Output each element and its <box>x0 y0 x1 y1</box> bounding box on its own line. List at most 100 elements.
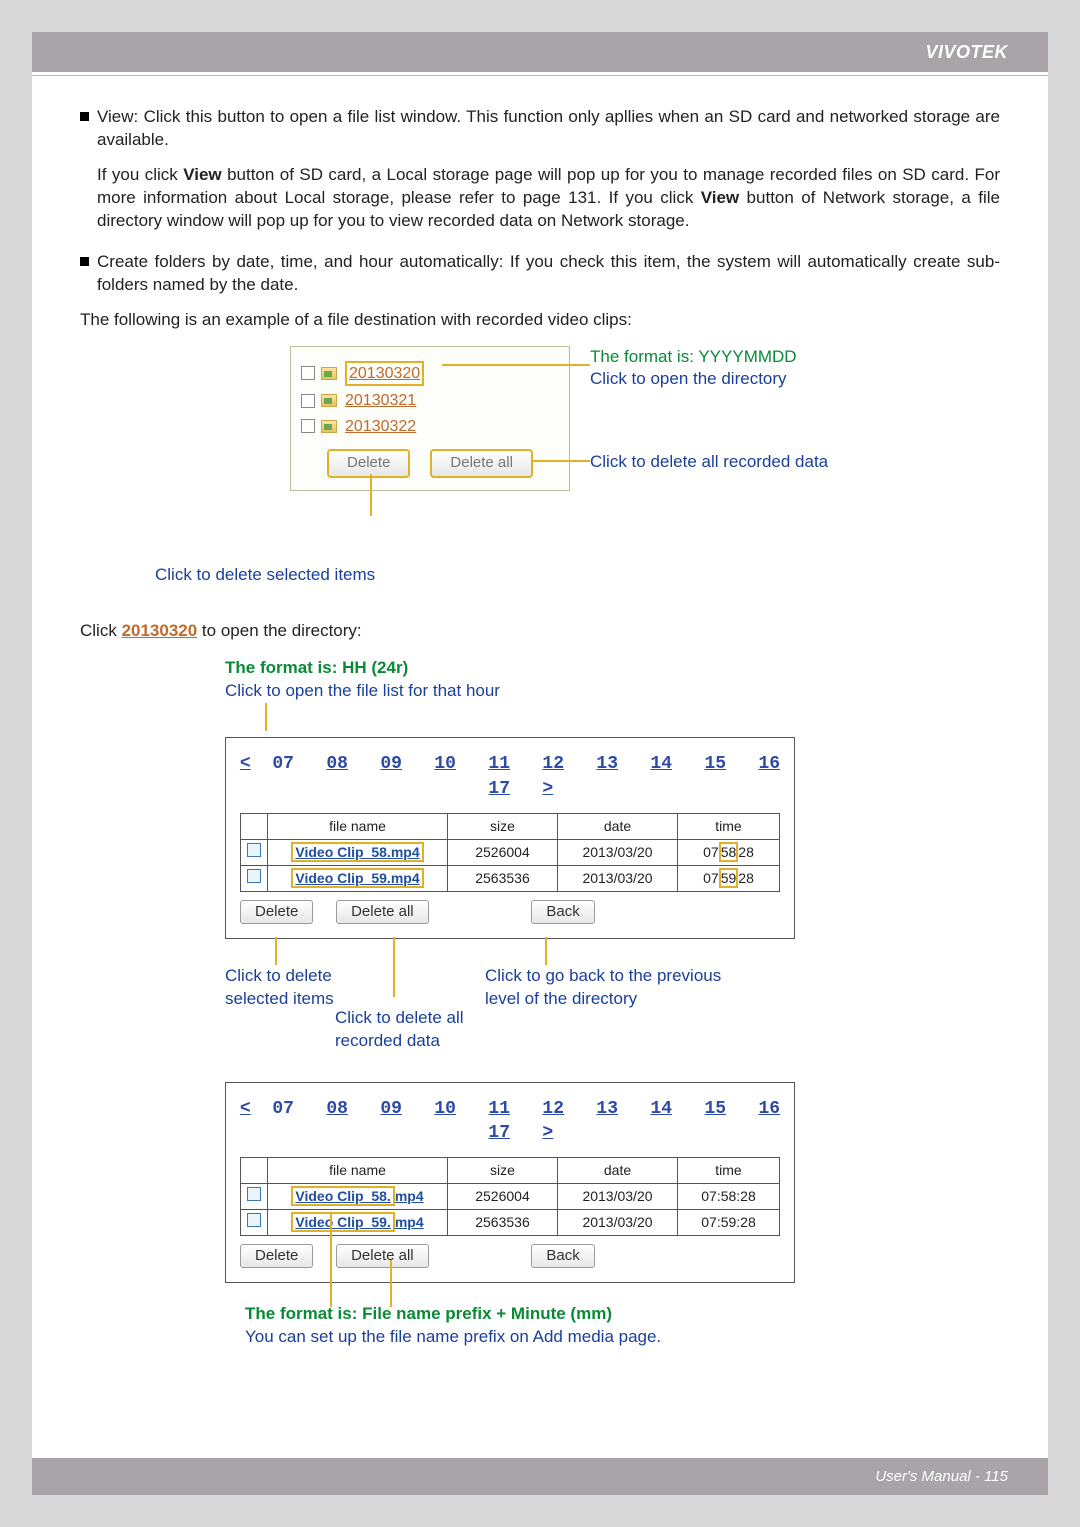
hour-prev[interactable]: < <box>240 1099 251 1119</box>
bullet-text: Create folders by date, time, and hour a… <box>97 251 1000 297</box>
row-check[interactable] <box>241 1184 268 1210</box>
hour-link[interactable]: 15 <box>704 754 726 774</box>
hour-link[interactable]: 07 <box>272 1099 294 1119</box>
folder-icon <box>321 367 337 380</box>
checkbox[interactable] <box>301 394 315 408</box>
page: VIVOTEK View: Click this button to open … <box>32 32 1048 1495</box>
file-table: file name size date time Video Clip_58.m… <box>240 1157 780 1236</box>
bullet-icon <box>80 112 89 121</box>
hour-link[interactable]: 13 <box>596 1099 618 1119</box>
connector <box>370 474 372 516</box>
back-button[interactable]: Back <box>531 900 594 924</box>
connector <box>532 460 590 462</box>
file-date: 2013/03/20 <box>558 1184 678 1210</box>
folder-box: 20130320 20130321 20130322 Delete Delete… <box>290 346 570 491</box>
open-directory-line: Click 20130320 to open the directory: <box>80 620 1000 643</box>
connector <box>390 1260 392 1307</box>
hour-link[interactable]: 14 <box>650 754 672 774</box>
fig3-footnote: The format is: File name prefix + Minute… <box>245 1303 1000 1349</box>
hour-link[interactable]: 16 <box>758 754 780 774</box>
file-time: 07:58:28 <box>678 1184 780 1210</box>
hour-link[interactable]: 17 <box>488 779 510 799</box>
connector <box>442 364 590 366</box>
hour-link[interactable]: 08 <box>326 754 348 774</box>
hour-prev[interactable]: < <box>240 754 251 774</box>
folder-link[interactable]: 20130321 <box>345 390 416 412</box>
footer-bar: User's Manual - 115 <box>32 1458 1048 1495</box>
file-date: 2013/03/20 <box>558 865 678 891</box>
hour-link[interactable]: 10 <box>434 1099 456 1119</box>
bullet-text: View: Click this button to open a file l… <box>97 106 1000 152</box>
hour-link[interactable]: 12 <box>542 1099 564 1119</box>
hour-link[interactable]: 15 <box>704 1099 726 1119</box>
hour-next[interactable]: > <box>542 1123 553 1143</box>
hour-link[interactable]: 09 <box>380 1099 402 1119</box>
bullet-view-detail: If you click View button of SD card, a L… <box>97 164 1000 233</box>
hour-link[interactable]: 11 <box>488 754 510 774</box>
folder-link[interactable]: 20130322 <box>345 416 416 438</box>
file-date: 2013/03/20 <box>558 1210 678 1236</box>
hour-link[interactable]: 14 <box>650 1099 672 1119</box>
table-row: Video Clip_59.mp4 2563536 2013/03/20 075… <box>241 865 780 891</box>
checkbox[interactable] <box>301 419 315 433</box>
file-size: 2563536 <box>448 1210 558 1236</box>
back-button[interactable]: Back <box>531 1244 594 1268</box>
col-time: time <box>678 1158 780 1184</box>
table-row: Video Clip_58.mp4 2526004 2013/03/20 07:… <box>241 1184 780 1210</box>
col-size: size <box>448 813 558 839</box>
view-bold-2: View <box>701 188 739 207</box>
fig2-action-label: Click to open the file list for that hou… <box>225 680 1000 703</box>
table-row: Video Clip_59.mp4 2563536 2013/03/20 07:… <box>241 1210 780 1236</box>
figure-hour-table-1: < 07 08 09 10 11 12 13 14 15 16 17 > <box>225 737 795 939</box>
file-link[interactable]: Video Clip_59.mp4 <box>268 1210 448 1236</box>
delete-all-button[interactable]: Delete all <box>336 1244 429 1268</box>
checkbox[interactable] <box>301 366 315 380</box>
delete-all-button[interactable]: Delete all <box>430 449 533 477</box>
delete-button[interactable]: Delete <box>240 900 313 924</box>
example-intro: The following is an example of a file de… <box>80 309 1000 332</box>
header-bar: VIVOTEK <box>32 32 1048 72</box>
hour-link[interactable]: 16 <box>758 1099 780 1119</box>
delete-button[interactable]: Delete <box>327 449 410 477</box>
file-date: 2013/03/20 <box>558 839 678 865</box>
hour-next[interactable]: > <box>542 779 553 799</box>
hour-link[interactable]: 11 <box>488 1099 510 1119</box>
figure-hour-table-2: < 07 08 09 10 11 12 13 14 15 16 17 > <box>225 1082 795 1284</box>
fig3-format-label: The format is: File name prefix + Minute… <box>245 1303 1000 1326</box>
folder-link[interactable]: 20130320 <box>345 361 424 387</box>
col-date: date <box>558 813 678 839</box>
ann-delete-selected: Click to delete selected items <box>225 965 334 1011</box>
connector <box>545 937 547 965</box>
file-link[interactable]: Video Clip_58.mp4 <box>268 839 448 865</box>
bullet-create-folders: Create folders by date, time, and hour a… <box>80 251 1000 297</box>
delete-all-button[interactable]: Delete all <box>336 900 429 924</box>
hour-link[interactable]: 10 <box>434 754 456 774</box>
t: Click <box>80 621 122 640</box>
view-bold-1: View <box>183 165 221 184</box>
annotation-format: The format is: YYYYMMDD Click to open th… <box>590 346 797 392</box>
hour-link[interactable]: 09 <box>380 754 402 774</box>
brand-text: VIVOTEK <box>925 42 1008 63</box>
hour-link[interactable]: 17 <box>488 1123 510 1143</box>
hour-link[interactable]: 13 <box>596 754 618 774</box>
hour-link[interactable]: 07 <box>272 754 294 774</box>
fig2-callouts: Click to delete selected items Click to … <box>225 959 795 1054</box>
row-check[interactable] <box>241 839 268 865</box>
file-link[interactable]: Video Clip_58.mp4 <box>268 1184 448 1210</box>
hour-nav: < 07 08 09 10 11 12 13 14 15 16 17 > <box>226 752 794 801</box>
connector <box>275 937 277 965</box>
file-link[interactable]: Video Clip_59.mp4 <box>268 865 448 891</box>
folder-link-inline[interactable]: 20130320 <box>122 621 198 640</box>
delete-button[interactable]: Delete <box>240 1244 313 1268</box>
hour-nav: < 07 08 09 10 11 12 13 14 15 16 17 > <box>226 1097 794 1146</box>
annotation-delete-selected: Click to delete selected items <box>155 564 1000 587</box>
file-time: 075828 <box>678 839 780 865</box>
annotation-line1: The format is: YYYYMMDD <box>590 346 797 369</box>
hour-link[interactable]: 12 <box>542 754 564 774</box>
hour-link[interactable]: 08 <box>326 1099 348 1119</box>
file-table: file name size date time Video Clip_58.m… <box>240 813 780 892</box>
table-buttons: Delete Delete all Back <box>240 900 794 924</box>
row-check[interactable] <box>241 865 268 891</box>
row-check[interactable] <box>241 1210 268 1236</box>
folder-row: 20130321 <box>301 390 559 412</box>
